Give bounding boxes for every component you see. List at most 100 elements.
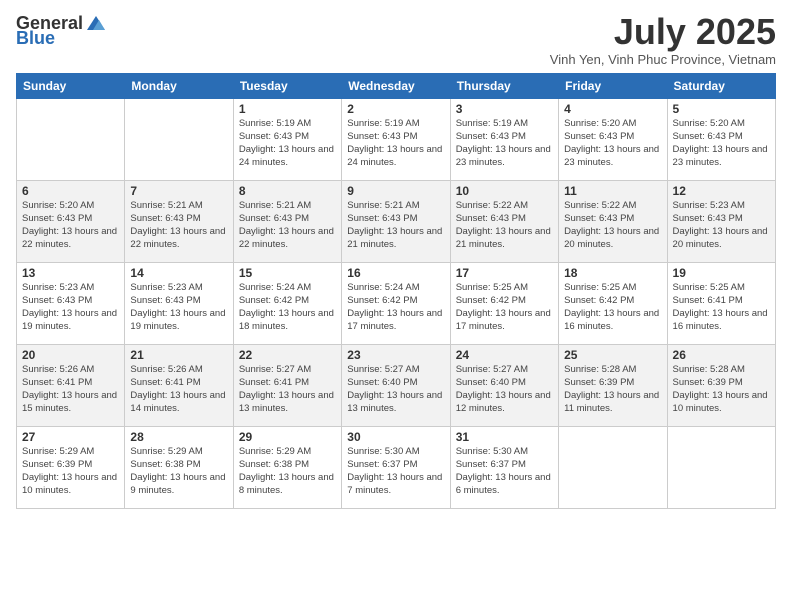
day-info: Sunrise: 5:28 AM Sunset: 6:39 PM Dayligh… (564, 363, 661, 416)
week-row-4: 27Sunrise: 5:29 AM Sunset: 6:39 PM Dayli… (17, 426, 776, 508)
week-row-2: 13Sunrise: 5:23 AM Sunset: 6:43 PM Dayli… (17, 262, 776, 344)
day-info: Sunrise: 5:27 AM Sunset: 6:40 PM Dayligh… (456, 363, 553, 416)
day-cell: 23Sunrise: 5:27 AM Sunset: 6:40 PM Dayli… (342, 344, 450, 426)
day-info: Sunrise: 5:23 AM Sunset: 6:43 PM Dayligh… (130, 281, 227, 334)
day-info: Sunrise: 5:19 AM Sunset: 6:43 PM Dayligh… (239, 117, 336, 170)
day-cell: 18Sunrise: 5:25 AM Sunset: 6:42 PM Dayli… (559, 262, 667, 344)
day-number: 25 (564, 348, 661, 362)
week-row-3: 20Sunrise: 5:26 AM Sunset: 6:41 PM Dayli… (17, 344, 776, 426)
day-number: 15 (239, 266, 336, 280)
day-cell: 19Sunrise: 5:25 AM Sunset: 6:41 PM Dayli… (667, 262, 775, 344)
day-cell: 10Sunrise: 5:22 AM Sunset: 6:43 PM Dayli… (450, 180, 558, 262)
calendar: Sunday Monday Tuesday Wednesday Thursday… (16, 73, 776, 509)
day-number: 12 (673, 184, 770, 198)
day-cell (17, 98, 125, 180)
day-info: Sunrise: 5:20 AM Sunset: 6:43 PM Dayligh… (673, 117, 770, 170)
day-number: 28 (130, 430, 227, 444)
header-row: Sunday Monday Tuesday Wednesday Thursday… (17, 73, 776, 98)
day-number: 26 (673, 348, 770, 362)
day-cell: 4Sunrise: 5:20 AM Sunset: 6:43 PM Daylig… (559, 98, 667, 180)
location: Vinh Yen, Vinh Phuc Province, Vietnam (550, 52, 776, 67)
day-cell: 2Sunrise: 5:19 AM Sunset: 6:43 PM Daylig… (342, 98, 450, 180)
day-number: 14 (130, 266, 227, 280)
day-cell: 31Sunrise: 5:30 AM Sunset: 6:37 PM Dayli… (450, 426, 558, 508)
col-wednesday: Wednesday (342, 73, 450, 98)
day-cell (667, 426, 775, 508)
day-cell: 15Sunrise: 5:24 AM Sunset: 6:42 PM Dayli… (233, 262, 341, 344)
day-info: Sunrise: 5:20 AM Sunset: 6:43 PM Dayligh… (564, 117, 661, 170)
day-cell: 20Sunrise: 5:26 AM Sunset: 6:41 PM Dayli… (17, 344, 125, 426)
day-number: 6 (22, 184, 119, 198)
logo-blue: Blue (16, 28, 55, 49)
day-number: 24 (456, 348, 553, 362)
day-number: 23 (347, 348, 444, 362)
day-number: 3 (456, 102, 553, 116)
day-number: 1 (239, 102, 336, 116)
col-tuesday: Tuesday (233, 73, 341, 98)
day-cell (125, 98, 233, 180)
day-number: 13 (22, 266, 119, 280)
day-info: Sunrise: 5:24 AM Sunset: 6:42 PM Dayligh… (239, 281, 336, 334)
day-info: Sunrise: 5:24 AM Sunset: 6:42 PM Dayligh… (347, 281, 444, 334)
day-info: Sunrise: 5:27 AM Sunset: 6:41 PM Dayligh… (239, 363, 336, 416)
day-cell: 3Sunrise: 5:19 AM Sunset: 6:43 PM Daylig… (450, 98, 558, 180)
day-number: 29 (239, 430, 336, 444)
day-cell: 11Sunrise: 5:22 AM Sunset: 6:43 PM Dayli… (559, 180, 667, 262)
day-number: 31 (456, 430, 553, 444)
day-cell: 7Sunrise: 5:21 AM Sunset: 6:43 PM Daylig… (125, 180, 233, 262)
day-info: Sunrise: 5:23 AM Sunset: 6:43 PM Dayligh… (673, 199, 770, 252)
day-number: 2 (347, 102, 444, 116)
day-info: Sunrise: 5:25 AM Sunset: 6:42 PM Dayligh… (456, 281, 553, 334)
day-cell: 12Sunrise: 5:23 AM Sunset: 6:43 PM Dayli… (667, 180, 775, 262)
day-cell: 30Sunrise: 5:30 AM Sunset: 6:37 PM Dayli… (342, 426, 450, 508)
day-info: Sunrise: 5:21 AM Sunset: 6:43 PM Dayligh… (347, 199, 444, 252)
day-number: 19 (673, 266, 770, 280)
col-friday: Friday (559, 73, 667, 98)
day-info: Sunrise: 5:25 AM Sunset: 6:41 PM Dayligh… (673, 281, 770, 334)
day-info: Sunrise: 5:29 AM Sunset: 6:38 PM Dayligh… (130, 445, 227, 498)
page: General Blue July 2025 Vinh Yen, Vinh Ph… (0, 0, 792, 612)
day-cell: 1Sunrise: 5:19 AM Sunset: 6:43 PM Daylig… (233, 98, 341, 180)
week-row-1: 6Sunrise: 5:20 AM Sunset: 6:43 PM Daylig… (17, 180, 776, 262)
logo: General Blue (16, 12, 107, 49)
day-number: 5 (673, 102, 770, 116)
day-info: Sunrise: 5:29 AM Sunset: 6:39 PM Dayligh… (22, 445, 119, 498)
day-number: 21 (130, 348, 227, 362)
col-saturday: Saturday (667, 73, 775, 98)
day-info: Sunrise: 5:21 AM Sunset: 6:43 PM Dayligh… (130, 199, 227, 252)
day-number: 7 (130, 184, 227, 198)
day-cell: 28Sunrise: 5:29 AM Sunset: 6:38 PM Dayli… (125, 426, 233, 508)
day-info: Sunrise: 5:21 AM Sunset: 6:43 PM Dayligh… (239, 199, 336, 252)
day-number: 22 (239, 348, 336, 362)
day-info: Sunrise: 5:26 AM Sunset: 6:41 PM Dayligh… (22, 363, 119, 416)
day-number: 18 (564, 266, 661, 280)
day-info: Sunrise: 5:26 AM Sunset: 6:41 PM Dayligh… (130, 363, 227, 416)
day-cell: 14Sunrise: 5:23 AM Sunset: 6:43 PM Dayli… (125, 262, 233, 344)
day-info: Sunrise: 5:22 AM Sunset: 6:43 PM Dayligh… (564, 199, 661, 252)
day-cell: 24Sunrise: 5:27 AM Sunset: 6:40 PM Dayli… (450, 344, 558, 426)
day-info: Sunrise: 5:30 AM Sunset: 6:37 PM Dayligh… (456, 445, 553, 498)
month-title: July 2025 (550, 12, 776, 52)
day-cell: 26Sunrise: 5:28 AM Sunset: 6:39 PM Dayli… (667, 344, 775, 426)
day-info: Sunrise: 5:23 AM Sunset: 6:43 PM Dayligh… (22, 281, 119, 334)
day-info: Sunrise: 5:22 AM Sunset: 6:43 PM Dayligh… (456, 199, 553, 252)
day-info: Sunrise: 5:19 AM Sunset: 6:43 PM Dayligh… (456, 117, 553, 170)
day-number: 30 (347, 430, 444, 444)
day-info: Sunrise: 5:28 AM Sunset: 6:39 PM Dayligh… (673, 363, 770, 416)
day-cell: 6Sunrise: 5:20 AM Sunset: 6:43 PM Daylig… (17, 180, 125, 262)
day-number: 11 (564, 184, 661, 198)
logo-icon (85, 12, 107, 34)
day-info: Sunrise: 5:19 AM Sunset: 6:43 PM Dayligh… (347, 117, 444, 170)
day-number: 16 (347, 266, 444, 280)
day-cell (559, 426, 667, 508)
title-block: July 2025 Vinh Yen, Vinh Phuc Province, … (550, 12, 776, 67)
header: General Blue July 2025 Vinh Yen, Vinh Ph… (16, 12, 776, 67)
day-cell: 25Sunrise: 5:28 AM Sunset: 6:39 PM Dayli… (559, 344, 667, 426)
day-cell: 29Sunrise: 5:29 AM Sunset: 6:38 PM Dayli… (233, 426, 341, 508)
col-thursday: Thursday (450, 73, 558, 98)
day-number: 10 (456, 184, 553, 198)
week-row-0: 1Sunrise: 5:19 AM Sunset: 6:43 PM Daylig… (17, 98, 776, 180)
day-cell: 8Sunrise: 5:21 AM Sunset: 6:43 PM Daylig… (233, 180, 341, 262)
col-sunday: Sunday (17, 73, 125, 98)
day-cell: 5Sunrise: 5:20 AM Sunset: 6:43 PM Daylig… (667, 98, 775, 180)
